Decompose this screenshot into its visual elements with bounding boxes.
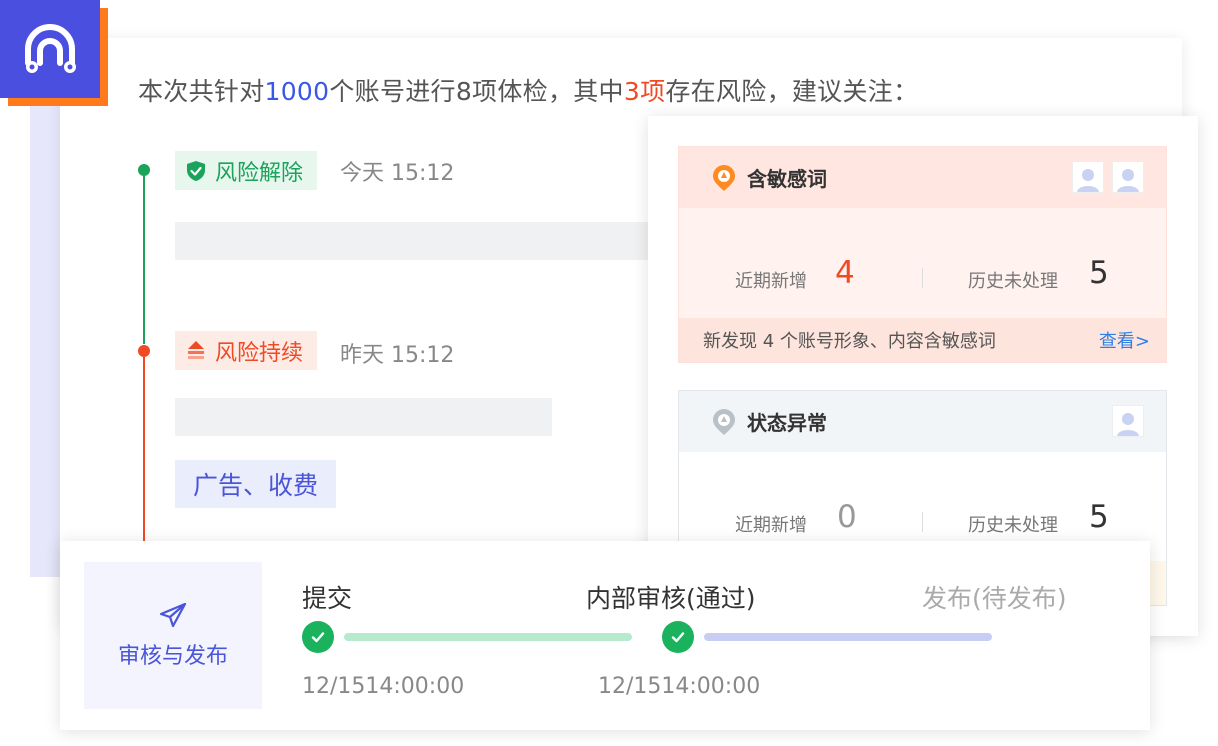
avatar[interactable] bbox=[1112, 161, 1144, 193]
avatar-group bbox=[1072, 161, 1144, 193]
status-badge-label: 风险解除 bbox=[215, 160, 304, 186]
shield-check-icon bbox=[185, 160, 207, 182]
history-value: 5 bbox=[1089, 255, 1109, 291]
progress-bar-done bbox=[344, 633, 632, 641]
timeline-dot-green bbox=[138, 164, 150, 176]
status-badge-resolved: 风险解除 bbox=[175, 151, 318, 190]
view-link[interactable]: 查看> bbox=[1099, 327, 1150, 353]
content-placeholder bbox=[175, 398, 552, 436]
warning-pin-icon bbox=[713, 164, 735, 191]
recent-label: 近期新增 bbox=[735, 515, 807, 536]
risk-card-footer: 新发现 4 个账号形象、内容含敏感词 查看> bbox=[679, 318, 1166, 362]
stat-row: 近期新增 4 历史未处理 5 bbox=[679, 252, 1166, 302]
step-label-publish: 发布(待发布) bbox=[922, 584, 1067, 613]
recent-value: 4 bbox=[835, 255, 855, 291]
summary-part: 本次共针对 bbox=[138, 77, 265, 106]
user-avatar-icon bbox=[1117, 169, 1139, 192]
risk-card-title: 状态异常 bbox=[747, 411, 827, 435]
status-badge-label: 风险持续 bbox=[215, 340, 304, 366]
history-label: 历史未处理 bbox=[968, 515, 1058, 536]
summary-text: 本次共针对1000个账号进行8项体检，其中3项存在风险，建议关注： bbox=[138, 72, 918, 108]
divider bbox=[922, 512, 923, 532]
risk-card-header: 含敏感词 bbox=[679, 147, 1166, 208]
risk-card-header: 状态异常 bbox=[679, 391, 1166, 452]
account-count: 1000 bbox=[264, 77, 330, 106]
risk-card-title: 含敏感词 bbox=[747, 167, 827, 191]
step-date: 12/1514:00:00 bbox=[598, 674, 761, 699]
footer-text: 新发现 4 个账号形象、内容含敏感词 bbox=[703, 331, 996, 352]
warning-pin-icon bbox=[713, 408, 735, 435]
avatar[interactable] bbox=[1112, 405, 1144, 437]
summary-part: 个账号进行8项体检，其中 bbox=[329, 77, 624, 106]
history-value: 5 bbox=[1089, 499, 1109, 535]
step-label-review: 内部审核(通过) bbox=[586, 584, 756, 613]
timestamp: 昨天 15:12 bbox=[340, 343, 455, 368]
page: 本次共针对1000个账号进行8项体检，其中3项存在风险，建议关注： 风险解除 今… bbox=[0, 0, 1218, 746]
recent-label: 近期新增 bbox=[735, 271, 807, 292]
progress-bar-pending bbox=[704, 633, 992, 641]
timestamp: 今天 15:12 bbox=[340, 161, 455, 186]
step-date: 12/1514:00:00 bbox=[302, 674, 465, 699]
avatar[interactable] bbox=[1072, 161, 1104, 193]
history-label: 历史未处理 bbox=[968, 271, 1058, 292]
timeline-line-red bbox=[143, 357, 145, 543]
user-avatar-icon bbox=[1077, 169, 1099, 192]
summary-part: 存在风险，建议关注： bbox=[665, 77, 919, 106]
timeline-line-green bbox=[143, 176, 145, 344]
content-placeholder bbox=[175, 222, 650, 260]
risk-card-sensitive-words: 含敏感词 近期新增 4 历史未处理 5 新发现 4 个账号形象、内容含敏感词 查… bbox=[678, 146, 1167, 363]
arrow-up-layers-icon bbox=[185, 340, 207, 362]
step-label-submit: 提交 bbox=[302, 584, 353, 613]
stat-row: 近期新增 0 历史未处理 5 bbox=[679, 496, 1166, 546]
user-avatar-icon bbox=[1117, 413, 1139, 436]
workflow-title: 审核与发布 bbox=[117, 643, 228, 669]
workflow-card: 审核与发布 提交 内部审核(通过) 发布(待发布) 12/1514:00:00 … bbox=[60, 541, 1150, 730]
logo bbox=[0, 0, 100, 98]
status-badge-ongoing: 风险持续 bbox=[175, 331, 318, 370]
check-circle-icon bbox=[662, 621, 694, 653]
timeline-dot-red bbox=[138, 345, 150, 357]
headset-logo-icon bbox=[25, 24, 76, 73]
workflow-entry-button[interactable]: 审核与发布 bbox=[84, 562, 262, 709]
check-circle-icon bbox=[302, 621, 334, 653]
recent-value: 0 bbox=[837, 499, 857, 535]
avatar-group bbox=[1112, 405, 1144, 437]
send-icon bbox=[159, 602, 187, 627]
divider bbox=[922, 268, 923, 288]
risk-count: 3项 bbox=[623, 77, 666, 106]
risk-category-chip[interactable]: 广告、收费 bbox=[175, 460, 337, 508]
